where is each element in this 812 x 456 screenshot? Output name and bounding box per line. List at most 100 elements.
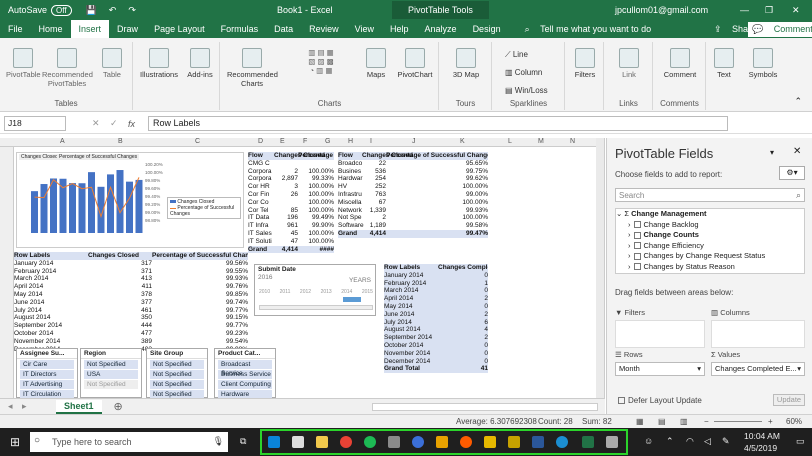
tab-data[interactable]: Data [266,24,301,34]
tray-chevron-icon[interactable]: ⌃ [666,436,674,447]
pivot-row[interactable]: Corpora 2,897 99.33% [248,175,334,183]
pivot-row[interactable]: Busines 536 99.75% [338,168,488,176]
pivot-row[interactable]: May 2014 378 99.85% [14,291,248,299]
chart-bar[interactable] [126,181,133,233]
pivot-row[interactable]: Corpora 2 100.00% [248,168,334,176]
col-j[interactable]: J [412,138,416,145]
clock-date[interactable]: 4/5/2019 [744,443,777,453]
pivot-row[interactable]: March 2014 413 99.93% [14,275,248,283]
close-icon[interactable]: ✕ [792,5,800,16]
timeline-year[interactable]: 2010 [259,289,270,295]
pivot-row[interactable]: September 2014 444 99.77% [14,322,248,330]
app-icon-13[interactable] [556,436,568,448]
slicer-2[interactable]: Site Group Not Specified Not Specified Not … [146,348,208,398]
chart-bar[interactable] [78,183,86,233]
undo-icon[interactable]: ↶ [109,5,117,16]
wifi-icon[interactable]: ◠ [686,436,694,447]
timeline-year[interactable]: 2012 [300,289,311,295]
pivot-table-flow-2[interactable]: Flow Changes ClosedPercentage of Successf… [338,152,488,238]
redo-icon[interactable]: ↷ [128,5,136,16]
pivot-row[interactable]: March 2014 0 [384,287,488,295]
search-icon[interactable]: ⌕ [796,190,801,201]
ink-icon[interactable]: ✎ [722,436,730,447]
slicer-item[interactable]: Cir Care [20,360,74,369]
save-icon[interactable]: 💾 [86,5,97,16]
page-layout-view-icon[interactable]: ▤ [658,417,666,426]
slicer-item[interactable]: Not Specified [150,390,204,398]
area-values[interactable]: Σ Values [711,350,803,359]
field-item-5[interactable]: › Changes by Status Reason [616,262,804,273]
pivot-row[interactable]: February 2014 1 [384,280,488,288]
pivot-row[interactable]: Cor Co 100.00% [248,199,334,207]
timeline-level[interactable]: YEARS [349,277,371,284]
field-checkbox[interactable] [633,231,641,239]
area-rows[interactable]: ☰ Rows [615,350,707,359]
pivot-row[interactable]: February 2014 371 99.55% [14,268,248,276]
task-view-icon[interactable]: ⧉ [240,436,246,447]
slicer-3[interactable]: Product Cat...Broadcast ServiceBusiness … [214,348,276,398]
field-checkbox[interactable] [633,242,641,250]
restore-icon[interactable]: ❐ [765,5,773,16]
tab-formulas[interactable]: Formulas [213,24,267,34]
filters-button[interactable]: Filters [568,48,602,79]
slicer-item[interactable]: Broadcast Service [218,360,272,377]
chart-type-gallery[interactable]: ▥ ▤ ▦ ▧ ▨ ▩ ◔ ▥ ▦ [281,48,361,88]
notifications-icon[interactable]: ▭ [796,436,805,447]
file-explorer-icon[interactable] [316,436,328,448]
tab-design[interactable]: Design [465,24,509,34]
pivot-table-emergency[interactable]: Row LabelsChanges Completed EmergencyJan… [384,264,488,374]
pivot-row[interactable]: IT Data 196 99.49% [248,214,334,222]
slicer-item[interactable]: Not Specified [150,380,204,389]
slicer-item[interactable]: Not Specified [150,370,204,379]
col-e[interactable]: E [280,138,285,145]
pivot-row[interactable]: January 2014 317 99.56% [14,260,248,268]
timeline-year[interactable]: 2015 [362,289,373,295]
zoom-level[interactable]: 60% [786,417,802,426]
pivot-row[interactable]: Network 1,339 99.93% [338,207,488,215]
pivot-row[interactable]: CMG C [248,160,334,168]
pivot-row[interactable]: October 2014 477 99.23% [14,330,248,338]
expand-icon[interactable]: › [628,220,631,229]
normal-view-icon[interactable]: ▦ [636,417,644,426]
horizontal-scrollbar[interactable] [372,403,598,411]
pivot-row[interactable]: IT Soluti 47 100.00% [248,238,334,246]
formula-input[interactable]: Row Labels [148,116,728,131]
recommended-pivottables-button[interactable]: Recommended PivotTables [42,48,93,88]
tab-view[interactable]: View [347,24,382,34]
sparkline-winloss-button[interactable]: ▤ Win/Loss [505,86,548,95]
app-icon-11[interactable] [508,436,520,448]
illustrations-button[interactable]: Illustrations [136,48,182,79]
app-icon-9[interactable] [460,436,472,448]
col-m[interactable]: M [538,138,544,145]
pivot-row[interactable]: Broadco 22 95.65% [338,160,488,168]
slicer-item[interactable]: Hardware [218,390,272,398]
tab-file[interactable]: File [0,24,31,34]
spotify-icon[interactable] [364,436,376,448]
slicer-item[interactable]: Not Specified [84,380,138,389]
prev-sheet-icon[interactable]: ◂ [8,401,13,412]
pivot-row[interactable]: November 2014 389 99.54% [14,338,248,346]
pivot-table-monthly[interactable]: Row Labels Changes Closed Percentage of Su… [14,252,248,353]
pivot-row[interactable]: HV 252 100.00% [338,183,488,191]
mail-icon[interactable] [292,436,304,448]
pivot-row[interactable]: Cor Tel 85 100.00% [248,207,334,215]
app-icon-6[interactable] [388,436,400,448]
pane-options-icon[interactable]: ▾ [770,148,774,157]
area-columns[interactable]: ▥ Columns [711,308,803,317]
clock-time[interactable]: 10:04 AM [744,431,780,441]
gear-icon[interactable]: ⚙▾ [779,166,805,180]
taskbar-search[interactable]: ○ Type here to search 🎙 [30,432,228,452]
timeline-submit-date[interactable]: Submit Date 2016 YEARS 2010 2011 2012 2013 2… [254,264,376,316]
values-field[interactable]: Changes Completed E... ▾ [711,362,805,376]
tab-analyze[interactable]: Analyze [417,24,465,34]
field-item-1[interactable]: › Change Backlog [616,220,804,231]
pivot-row[interactable]: Software 1,189 99.58% [338,222,488,230]
rows-field-month[interactable]: Month ▾ [615,362,705,376]
timeline-year[interactable]: 2013 [321,289,332,295]
col-g[interactable]: G [325,138,330,145]
slicer-item[interactable]: Not Specified [84,360,138,369]
pivot-chart[interactable]: Changes Closed Percentage of Successful … [16,152,244,248]
windows-start-icon[interactable]: ⊞ [10,435,20,449]
pivot-row[interactable]: June 2014 2 [384,311,488,319]
comment-button[interactable]: Comment [658,48,702,79]
